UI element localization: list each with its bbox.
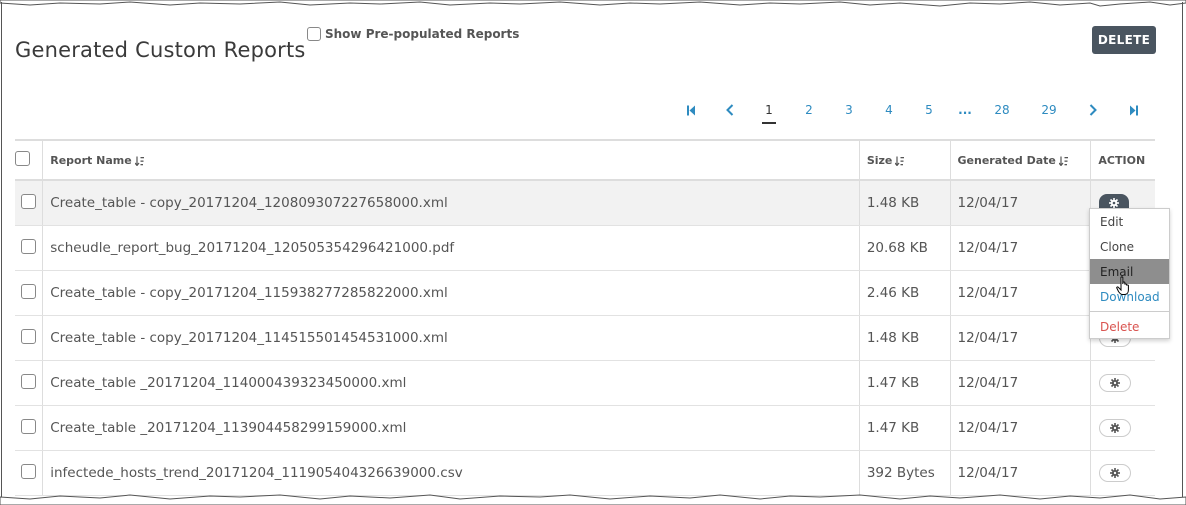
gear-icon	[1110, 468, 1121, 478]
report-date-cell: 12/04/17	[949, 225, 1091, 271]
gear-icon	[1110, 378, 1121, 388]
column-header-date-label: Generated Date	[957, 153, 1056, 167]
report-name-cell[interactable]: infectede_hosts_trend_20171204_111905404…	[42, 450, 860, 496]
show-prepopulated-label: Show Pre-populated Reports	[325, 27, 520, 41]
table-row: Create_table - copy_20171204_12080930722…	[15, 180, 1155, 226]
column-header-action: ACTION	[1090, 139, 1155, 181]
page-button-2[interactable]: 2	[802, 99, 816, 121]
torn-edge-bottom	[0, 494, 1186, 505]
table-header-row: Report Name Size Generated Date ACTION	[15, 139, 1155, 181]
last-page-icon	[1130, 105, 1138, 115]
report-date-cell: 12/04/17	[949, 405, 1091, 451]
page-button-29[interactable]: 29	[1038, 99, 1060, 121]
action-dropdown-menu: Edit Clone Email Download Delete	[1089, 208, 1170, 339]
report-date-cell: 12/04/17	[949, 360, 1091, 406]
prev-page-icon	[726, 104, 734, 116]
page-button-1[interactable]: 1	[762, 99, 776, 124]
report-date-cell: 12/04/17	[949, 450, 1091, 496]
action-cell	[1090, 360, 1155, 406]
report-name-cell[interactable]: scheudle_report_bug_20171204_12050535429…	[42, 225, 860, 271]
report-size-cell: 1.47 KB	[858, 360, 951, 406]
report-name-cell[interactable]: Create_table - copy_20171204_11451550145…	[42, 315, 860, 361]
row-checkbox[interactable]	[21, 418, 37, 434]
report-name-cell[interactable]: Create_table - copy_20171204_12080930722…	[42, 180, 860, 226]
last-page-button[interactable]	[1127, 99, 1141, 121]
row-checkbox[interactable]	[21, 193, 37, 209]
page-title: Generated Custom Reports	[15, 38, 306, 63]
column-header-size[interactable]: Size	[858, 139, 951, 181]
column-header-name-label: Report Name	[50, 153, 132, 167]
report-date-cell: 12/04/17	[949, 315, 1091, 361]
action-menu-button[interactable]	[1099, 374, 1132, 392]
table-row: Create_table - copy_20171204_11451550145…	[15, 315, 1155, 361]
row-checkbox-cell	[15, 225, 43, 271]
column-header-size-label: Size	[866, 153, 893, 167]
row-checkbox[interactable]	[21, 373, 37, 389]
reports-table: Report Name Size Generated Date ACTION C…	[15, 139, 1155, 496]
row-checkbox[interactable]	[21, 283, 37, 299]
delete-button[interactable]: DELETE	[1092, 26, 1156, 54]
sort-icon[interactable]	[1058, 156, 1069, 166]
hand-cursor-icon	[1116, 276, 1129, 295]
table-row: Create_table _20171204_11400043932345000…	[15, 360, 1155, 406]
row-checkbox-cell	[15, 180, 43, 226]
report-name-cell[interactable]: Create_table _20171204_11390445829915900…	[42, 405, 860, 451]
action-menu-button[interactable]	[1099, 464, 1132, 482]
row-checkbox[interactable]	[21, 463, 37, 479]
report-size-cell: 1.47 KB	[858, 405, 951, 451]
table-row: Create_table - copy_20171204_11593827728…	[15, 270, 1155, 316]
next-page-icon	[1089, 104, 1097, 116]
row-checkbox-cell	[15, 270, 43, 316]
show-prepopulated-toggle[interactable]: Show Pre-populated Reports	[307, 27, 519, 41]
sort-icon[interactable]	[895, 156, 905, 166]
report-date-cell: 12/04/17	[949, 180, 1091, 226]
gear-icon	[1110, 423, 1121, 433]
select-all-cell	[15, 139, 43, 181]
row-checkbox[interactable]	[21, 238, 37, 254]
report-size-cell: 1.48 KB	[858, 315, 951, 361]
table-row: infectede_hosts_trend_20171204_111905404…	[15, 450, 1155, 496]
report-size-cell: 2.46 KB	[858, 270, 951, 316]
action-cell	[1090, 450, 1155, 496]
column-header-date[interactable]: Generated Date	[949, 139, 1091, 181]
page-button-3[interactable]: 3	[842, 99, 856, 121]
page-button-5[interactable]: 5	[922, 99, 936, 121]
gear-icon	[1109, 198, 1120, 208]
sort-icon[interactable]	[134, 156, 145, 166]
show-prepopulated-checkbox[interactable]	[307, 27, 321, 41]
first-page-icon	[687, 105, 695, 115]
page-button-4[interactable]: 4	[882, 99, 896, 121]
table-row: scheudle_report_bug_20171204_12050535429…	[15, 225, 1155, 271]
menu-divider	[1090, 311, 1169, 312]
row-checkbox-cell	[15, 450, 43, 496]
report-date-cell: 12/04/17	[949, 270, 1091, 316]
action-cell	[1090, 405, 1155, 451]
prev-page-button[interactable]	[723, 99, 737, 121]
report-name-cell[interactable]: Create_table - copy_20171204_11593827728…	[42, 270, 860, 316]
report-name-cell[interactable]: Create_table _20171204_11400043932345000…	[42, 360, 860, 406]
next-page-button[interactable]	[1086, 99, 1100, 121]
report-size-cell: 392 Bytes	[858, 450, 951, 496]
page-button-28[interactable]: 28	[991, 99, 1013, 121]
column-header-name[interactable]: Report Name	[42, 139, 860, 181]
select-all-checkbox[interactable]	[15, 151, 30, 166]
page-ellipsis: ...	[958, 103, 972, 117]
report-size-cell: 1.48 KB	[858, 180, 951, 226]
menu-item-delete[interactable]: Delete	[1090, 314, 1169, 339]
row-checkbox-cell	[15, 315, 43, 361]
row-checkbox-cell	[15, 405, 43, 451]
table-row: Create_table _20171204_11390445829915900…	[15, 405, 1155, 451]
menu-item-edit[interactable]: Edit	[1090, 209, 1169, 234]
report-size-cell: 20.68 KB	[858, 225, 951, 271]
first-page-button[interactable]	[684, 99, 698, 121]
action-menu-button[interactable]	[1099, 419, 1132, 437]
row-checkbox-cell	[15, 360, 43, 406]
menu-item-clone[interactable]: Clone	[1090, 234, 1169, 259]
row-checkbox[interactable]	[21, 328, 37, 344]
